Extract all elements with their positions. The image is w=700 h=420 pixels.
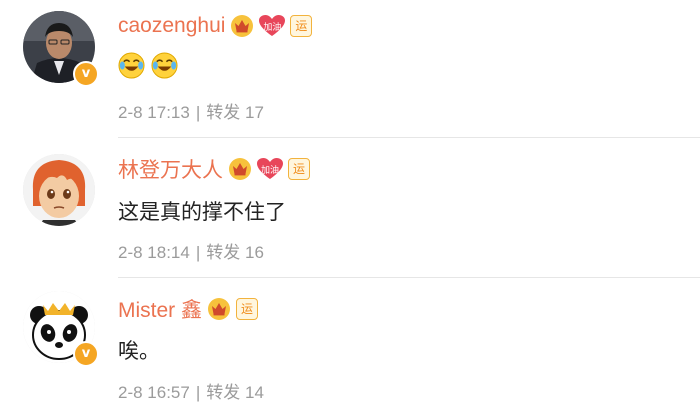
jiayou-badge-icon: 加油 [257,158,283,180]
username[interactable]: caozenghui [118,14,225,38]
comment-content: 唉。 [118,340,160,363]
repost-label: 转发 [206,103,241,122]
avatar[interactable] [23,154,95,226]
comment-meta: 2-8 18:14 | 转发 16 [118,238,264,263]
crown-badge-icon [229,158,251,180]
jiayou-badge-text: 加油 [263,23,282,33]
comment-date: 2-8 16:57 [118,383,190,402]
repost-button[interactable]: 转发 17 [206,103,264,122]
name-row: Mister 鑫 运 [118,294,258,324]
yun-badge-icon: 运 [288,158,310,180]
laugh-cry-emoji-icon [118,52,145,79]
repost-button[interactable]: 转发 14 [206,383,264,402]
comment-item: v caozenghui 加油 运 2-8 17:13 | 转发 17 [0,0,700,138]
yun-badge-icon: 运 [290,15,313,37]
repost-button[interactable]: 转发 16 [206,243,264,262]
meta-divider: | [195,383,201,402]
name-row: 林登万大人 加油 运 [118,154,310,184]
comment-meta: 2-8 17:13 | 转发 17 [118,98,264,123]
repost-count: 14 [245,383,264,402]
repost-count: 17 [245,103,264,122]
comment-item: v Mister 鑫 运 唉。 2-8 16:57 | 转发 14 [0,278,700,420]
comment-date: 2-8 17:13 [118,103,190,122]
meta-divider: | [195,103,201,122]
comment-date: 2-8 18:14 [118,243,190,262]
name-row: caozenghui 加油 运 [118,14,313,38]
comment-item: 林登万大人 加油 运 这是真的撑不住了 2-8 18:14 | 转发 16 [0,138,700,278]
username[interactable]: 林登万大人 [118,154,223,184]
comment-content [118,52,178,79]
verified-badge-icon: v [73,341,99,367]
meta-divider: | [195,243,201,262]
jiayou-badge-icon: 加油 [259,15,286,37]
jiayou-badge-text: 加油 [260,166,279,176]
laugh-cry-emoji-icon [151,52,178,79]
verified-badge-icon: v [73,61,99,87]
repost-label: 转发 [206,243,241,262]
repost-count: 16 [245,243,264,262]
crown-badge-icon [231,15,254,37]
yun-badge-icon: 运 [236,298,258,320]
comment-meta: 2-8 16:57 | 转发 14 [118,378,264,403]
username[interactable]: Mister 鑫 [118,294,202,324]
comment-content: 这是真的撑不住了 [118,201,286,224]
repost-label: 转发 [206,383,241,402]
crown-badge-icon [208,298,230,320]
